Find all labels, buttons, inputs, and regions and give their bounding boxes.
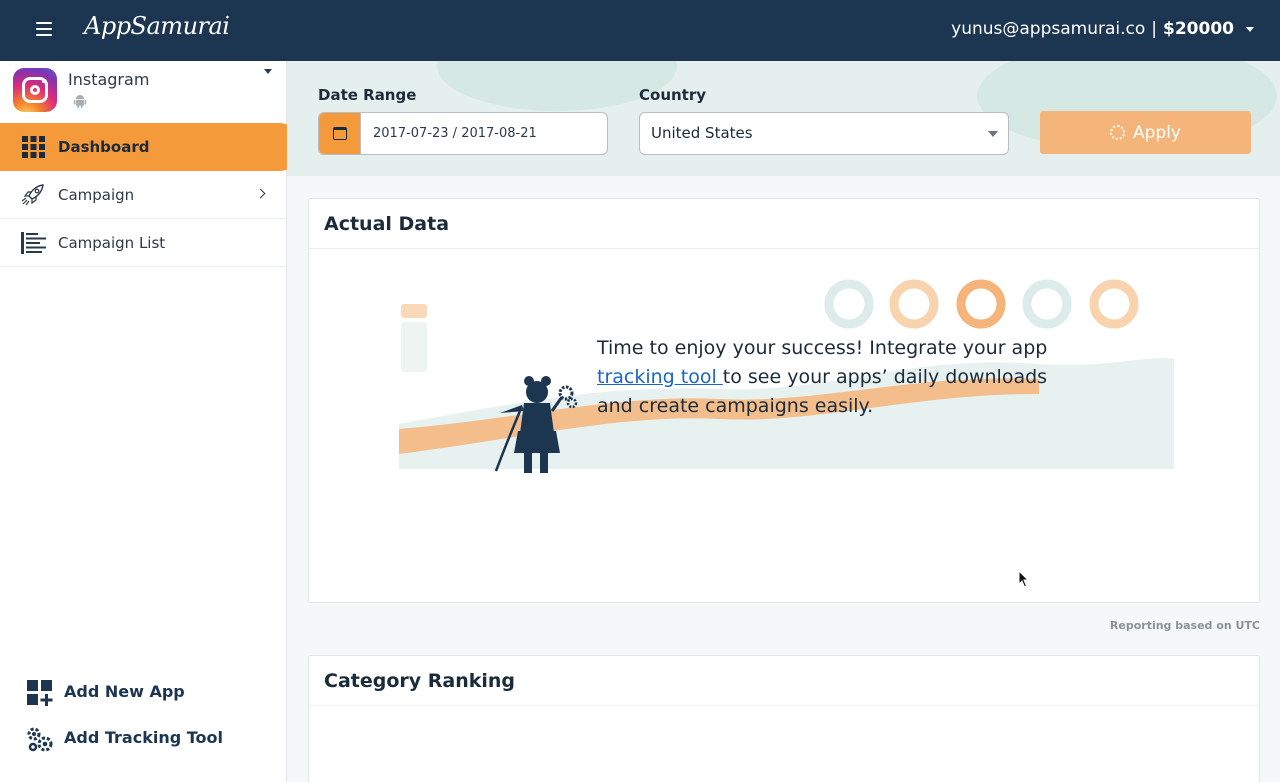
app-logo[interactable]: AppSamurai xyxy=(84,12,230,40)
message-line-3: and create campaigns easily. xyxy=(597,395,874,417)
app-name: Instagram xyxy=(68,70,150,89)
sidebar-item-label: Campaign xyxy=(58,185,135,204)
country-label: Country xyxy=(639,86,707,104)
card-title: Actual Data xyxy=(309,199,1259,249)
date-range-input[interactable]: 2017-07-23 / 2017-08-21 xyxy=(318,112,608,155)
add-new-app-label: Add New App xyxy=(64,682,185,701)
account-email: yunus@appsamurai.co xyxy=(951,19,1146,39)
integration-message: Time to enjoy your success! Integrate yo… xyxy=(597,334,1097,421)
calendar-icon[interactable] xyxy=(319,113,361,154)
country-select[interactable]: United States xyxy=(639,112,1009,155)
account-menu[interactable]: yunus@appsamurai.co | $20000 xyxy=(951,19,1254,39)
apply-label: Apply xyxy=(1133,122,1181,143)
add-app-icon xyxy=(27,680,53,706)
sidebar-item-campaign-list[interactable]: Campaign List xyxy=(0,219,286,267)
samurai-icon xyxy=(494,376,578,473)
filter-bar: Date Range 2017-07-23 / 2017-08-21 Count… xyxy=(287,61,1280,176)
sidebar: Instagram Dashboard Campaign Campaign Li… xyxy=(0,61,303,782)
account-separator: | xyxy=(1151,19,1158,39)
chevron-right-icon xyxy=(255,188,266,199)
android-icon xyxy=(73,95,87,108)
chevron-down-icon xyxy=(1246,26,1254,32)
message-line-2-text: to see your apps’ daily downloads xyxy=(722,366,1048,388)
category-ranking-card: Category Ranking xyxy=(308,655,1260,782)
sidebar-item-dashboard[interactable]: Dashboard xyxy=(0,123,303,171)
tracking-tool-link[interactable]: tracking tool xyxy=(597,366,723,388)
date-range-label: Date Range xyxy=(318,86,417,104)
add-tracking-tool-label: Add Tracking Tool xyxy=(64,728,223,747)
apply-button[interactable]: Apply xyxy=(1040,111,1251,154)
app-selector[interactable]: Instagram xyxy=(0,61,286,123)
chevron-down-icon xyxy=(988,131,998,137)
message-line-2: tracking tool to see your apps’ daily do… xyxy=(597,363,1097,392)
sidebar-item-label: Dashboard xyxy=(58,138,150,156)
account-balance: $20000 xyxy=(1163,19,1234,39)
actual-data-card: Actual Data Time to enjoy your success! … xyxy=(308,198,1260,603)
top-bar: AppSamurai yunus@appsamurai.co | $20000 xyxy=(0,0,1280,61)
menu-icon[interactable] xyxy=(36,22,52,36)
spinner-icon xyxy=(1110,125,1125,140)
sidebar-item-label: Campaign List xyxy=(58,233,166,252)
date-range-value: 2017-07-23 / 2017-08-21 xyxy=(373,126,537,141)
reporting-note: Reporting based on UTC xyxy=(1109,619,1260,632)
message-line-1: Time to enjoy your success! Integrate yo… xyxy=(597,337,1048,359)
rocket-icon xyxy=(21,184,44,206)
sidebar-item-campaign[interactable]: Campaign xyxy=(0,171,286,219)
mouse-cursor-icon xyxy=(1018,570,1030,588)
country-value: United States xyxy=(651,124,753,142)
instagram-icon xyxy=(13,68,57,112)
gears-icon xyxy=(27,727,53,752)
card-title: Category Ranking xyxy=(309,656,1259,706)
grid-icon xyxy=(22,136,45,158)
chevron-down-icon[interactable] xyxy=(264,69,272,74)
list-icon xyxy=(21,232,46,254)
